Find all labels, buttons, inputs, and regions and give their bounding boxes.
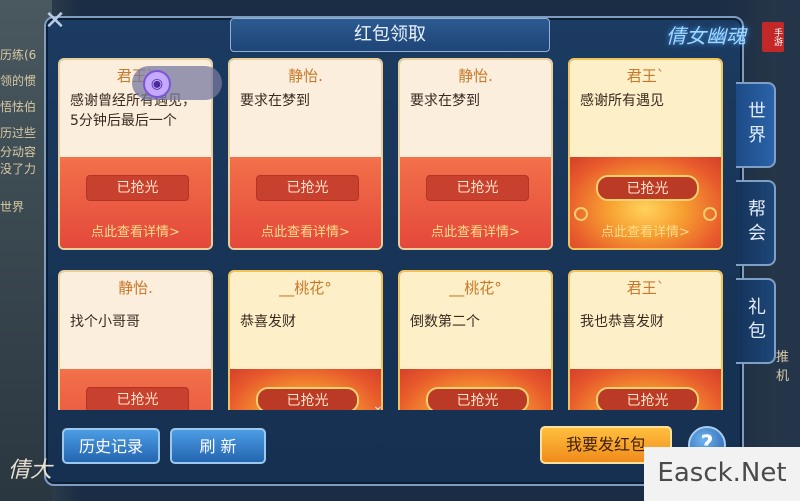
packet-message: 我也恭喜发财 [580,314,664,330]
signature-logo: 倩大 [8,458,53,483]
status-badge: 已抢光 [256,387,359,410]
card-top: __桃花° 倒数第二个 [400,272,551,369]
history-button[interactable]: 历史记录 [62,428,160,464]
sender-name: 君王` [626,67,665,85]
red-packet-card[interactable]: __桃花° 倒数第二个 已抢光 [398,270,553,410]
packet-message: 要求在梦到 [240,93,310,109]
view-details-link[interactable]: 点此查看详情> [60,221,211,240]
card-bottom: 已抢光 [230,369,381,410]
sender-name: 君王` [626,279,665,297]
view-details-link[interactable]: 点此查看详情> [230,221,381,240]
background-text: 推机 [776,350,790,384]
sender-name: 静怡. [288,67,323,85]
card-bottom: 已抢光 [400,369,551,410]
card-bottom: 已抢光 点此查看详情> [570,157,721,248]
close-icon[interactable]: ✕ [40,6,70,36]
status-badge: 已抢光 [426,387,529,410]
tab-world[interactable]: 世界 [736,82,776,168]
status-badge: 已抢光 [86,175,189,201]
red-packet-card[interactable]: 静怡. 找个小哥哥 已抢光 [58,270,213,410]
chat-line: 世界 [0,200,25,214]
red-packet-card[interactable]: 君王` 感谢所有遇见 已抢光 点此查看详情> [568,58,723,250]
red-packet-card[interactable]: 静怡. 要求在梦到 已抢光 点此查看详情> [398,58,553,250]
sender-name: 静怡. [458,67,493,85]
packet-message: 感谢所有遇见 [580,93,664,109]
game-screen: 历练(6 领的惯 悟怯伯 历过些 分动容 没了力 世界 推机 ✕ 红包领取 倩女… [0,0,800,501]
sender-name: 静怡. [118,279,153,297]
view-details-link[interactable]: 点此查看详情> [570,221,721,240]
card-top: __桃花° 恭喜发财 [230,272,381,369]
card-bottom: 已抢光 点此查看详情> [400,157,551,248]
chat-line: 悟怯伯 [0,100,37,114]
status-badge: 已抢光 [596,175,699,201]
tab-guild[interactable]: 帮会 [736,180,776,266]
chevron-down-icon[interactable]: ⌄ [372,398,384,414]
packet-message: 倒数第二个 [410,314,480,330]
ornament-icon [574,207,588,221]
chat-line: 历过些 [0,126,37,140]
card-bottom: 已抢光 点此查看详情> [60,157,211,248]
speaker-icon[interactable]: ◉ [143,70,171,98]
logo-seal: 手游 [762,22,784,52]
packet-message: 找个小哥哥 [70,314,140,330]
tab-gift[interactable]: 礼包 [736,278,776,364]
chat-line: 分动容 [0,145,37,159]
background-right-strip: 推机 [776,0,800,501]
card-top: 静怡. 要求在梦到 [230,60,381,157]
chat-line: 历练(6 [0,48,37,62]
card-top: 静怡. 找个小哥哥 [60,272,211,369]
card-top: 静怡. 要求在梦到 [400,60,551,157]
sender-name: __桃花° [449,279,502,297]
chat-line: 没了力 [0,162,37,176]
logo-text: 倩女幽魂 [666,24,746,48]
red-packet-card[interactable]: 静怡. 要求在梦到 已抢光 点此查看详情> [228,58,383,250]
packet-message: 要求在梦到 [410,93,480,109]
card-top: 君王` 感谢所有遇见 [570,60,721,157]
red-packet-card[interactable]: __桃花° 恭喜发财 已抢光 [228,270,383,410]
status-badge: 已抢光 [86,387,189,410]
card-bottom: 已抢光 [570,369,721,410]
ornament-icon [703,207,717,221]
card-bottom: 已抢光 [60,369,211,410]
red-packet-grid: 君王` 感谢曾经所有遇见，5分钟后最后一个 已抢光 点此查看详情> 静怡. 要求… [58,58,728,410]
watermark: Easck.Net [644,447,800,501]
card-top: 君王` 我也恭喜发财 [570,272,721,369]
packet-message: 恭喜发财 [240,314,296,330]
refresh-button[interactable]: 刷 新 [170,428,266,464]
dialog-title: 红包领取 [230,18,550,52]
status-badge: 已抢光 [426,175,529,201]
card-bottom: 已抢光 点此查看详情> [230,157,381,248]
view-details-link[interactable]: 点此查看详情> [400,221,551,240]
status-badge: 已抢光 [256,175,359,201]
chat-line: 领的惯 [0,74,37,88]
status-badge: 已抢光 [596,387,699,410]
sender-name: __桃花° [279,279,332,297]
red-packet-card[interactable]: 君王` 我也恭喜发财 已抢光 [568,270,723,410]
